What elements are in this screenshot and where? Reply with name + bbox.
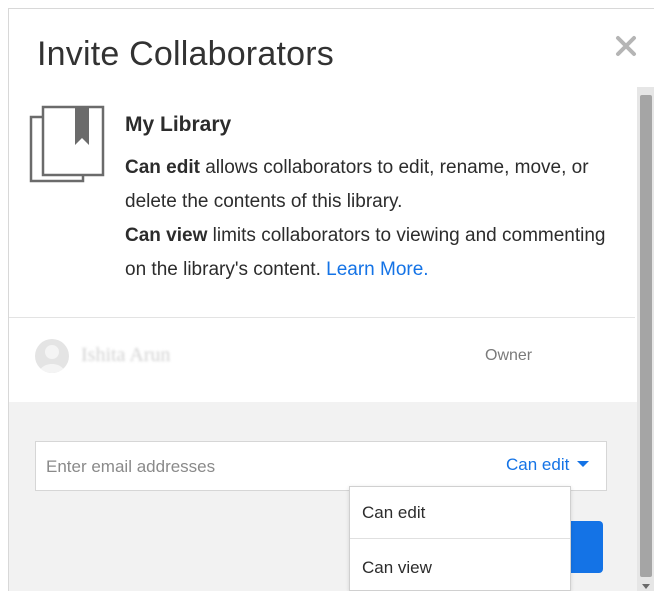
permission-description: Can edit allows collaborators to edit, r… (125, 151, 625, 287)
menu-item-can-edit[interactable]: Can edit (350, 487, 570, 539)
scrollbar[interactable] (637, 87, 654, 591)
can-edit-label: Can edit (125, 157, 200, 178)
collaborator-name: Ishita Arun (81, 344, 171, 366)
collaborator-row-owner: Ishita Arun Owner (9, 318, 635, 402)
permission-dropdown[interactable]: Can edit (506, 455, 590, 479)
avatar (35, 339, 69, 373)
email-input-container: Can edit (35, 441, 607, 491)
permission-dropdown-label: Can edit (506, 455, 570, 474)
scrollbar-thumb[interactable] (640, 95, 652, 577)
chevron-down-icon (577, 460, 590, 467)
library-name: My Library (125, 113, 232, 136)
invite-collaborators-dialog: Invite Collaborators My Library Can edit… (8, 8, 654, 591)
scroll-down-arrow-icon[interactable] (642, 584, 650, 589)
permission-menu: Can edit Can view (349, 486, 571, 591)
menu-item-can-view[interactable]: Can view (350, 542, 570, 591)
collaborator-role: Owner (485, 347, 533, 364)
library-icon (29, 105, 105, 185)
close-icon[interactable] (613, 33, 639, 59)
can-view-label: Can view (125, 225, 208, 246)
dialog-title: Invite Collaborators (37, 35, 334, 73)
learn-more-link[interactable]: Learn More. (326, 259, 428, 280)
email-input[interactable] (44, 452, 478, 482)
